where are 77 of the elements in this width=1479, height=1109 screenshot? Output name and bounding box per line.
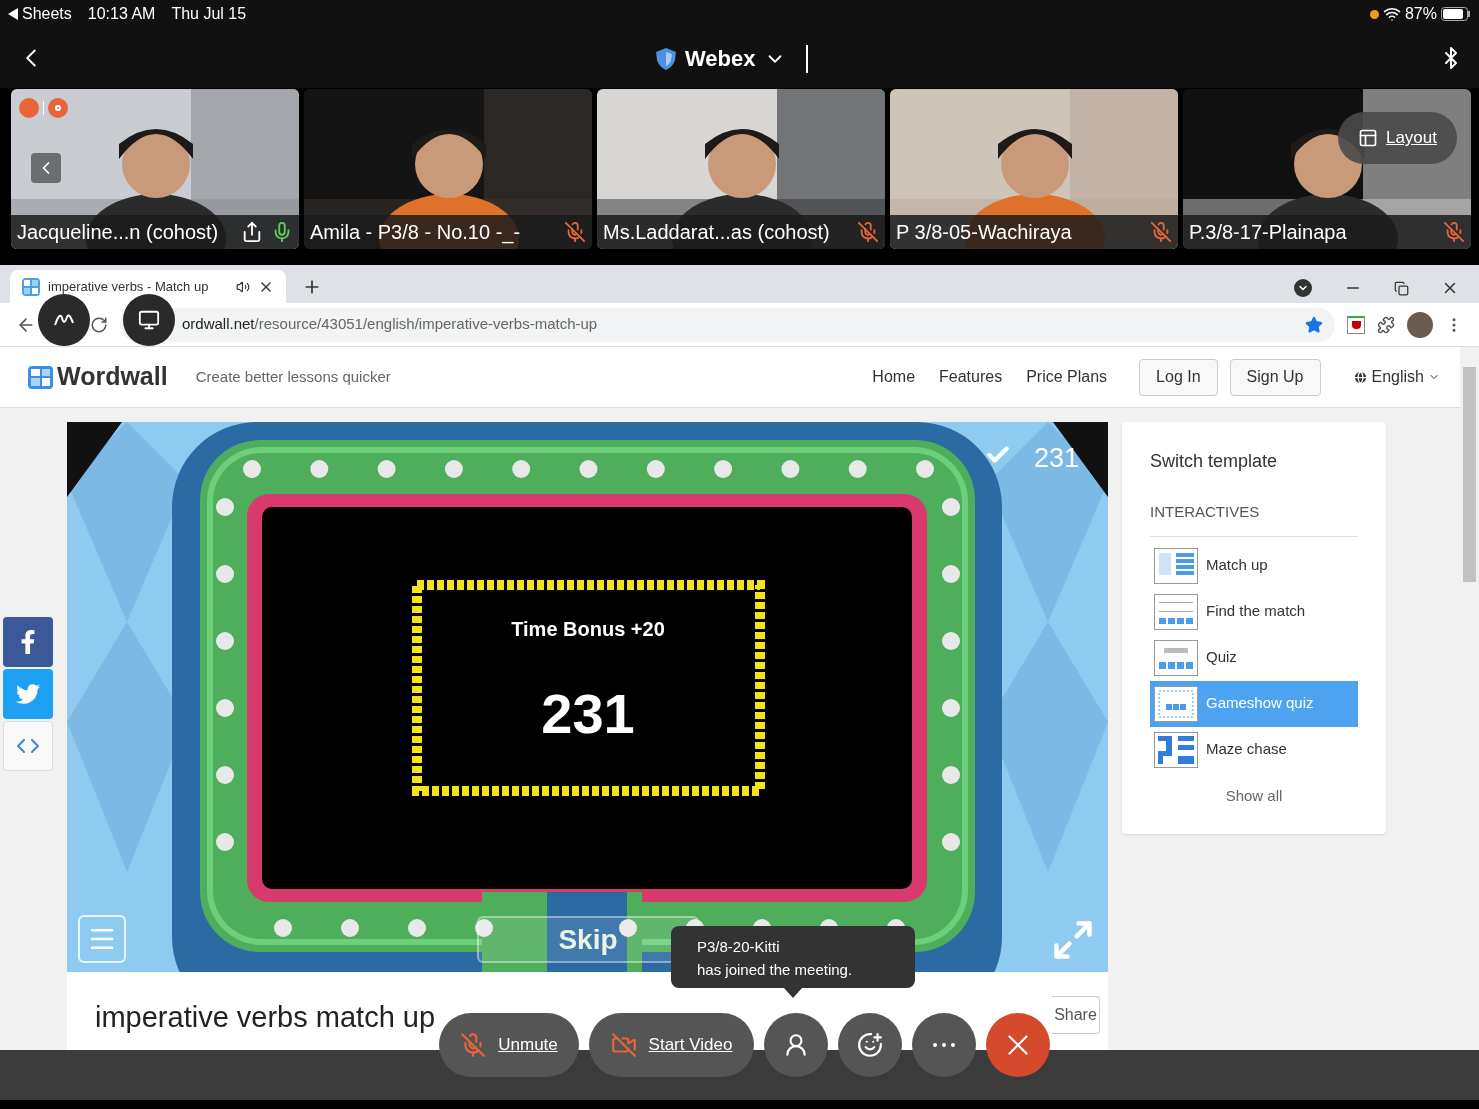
shield-icon: [655, 46, 677, 71]
video-tile[interactable]: Layout P.3/8-17-Plainapa: [1183, 89, 1471, 249]
bonus-score: 231: [540, 681, 636, 747]
monitor-icon: [138, 309, 160, 331]
bonus-label: Time Bonus +20: [510, 617, 666, 642]
battery-percentage: 87%: [1404, 4, 1437, 24]
status-date: Thu Jul 15: [171, 4, 247, 24]
nav-link[interactable]: Price Plans: [1026, 365, 1108, 389]
layout-icon: [1357, 128, 1378, 148]
shield-extension-icon[interactable]: [1347, 315, 1365, 334]
clock-time: 10:13 AM: [87, 4, 156, 24]
tab-title: imperative verbs - Match up: [48, 277, 209, 296]
participant-name: Ms.Laddarat...as (cohost): [603, 220, 830, 245]
address-bar[interactable]: ordwall.net/resource/43051/english/imperative-verbs-match-up: [120, 307, 1335, 342]
tagline: Create better lessons quicker: [195, 366, 391, 387]
score-counter: 231: [1034, 442, 1080, 475]
activity-title: imperative verbs match up: [95, 1000, 436, 1035]
participant-name: P 3/8-05-Wachiraya: [896, 220, 1072, 245]
template-item[interactable]: Match up: [1150, 542, 1358, 589]
video-tile[interactable]: Jacqueline...n (cohost): [11, 89, 299, 249]
wordwall-logo-icon: [28, 365, 53, 389]
wordwall-favicon-icon: [22, 277, 40, 296]
share-button[interactable]: Share: [1052, 996, 1100, 1034]
back-triangle-icon: [8, 8, 18, 20]
video-tile[interactable]: Amila - P3/8 - No.10 -_-: [304, 89, 592, 249]
more-icon: [933, 1043, 955, 1047]
meeting-title[interactable]: Webex: [685, 42, 756, 75]
start-video-button[interactable]: Start Video: [589, 1013, 754, 1077]
show-all-link[interactable]: Show all: [1150, 784, 1358, 807]
url-text: ordwall.net/resource/43051/english/imperative-verbs-match-up: [182, 314, 598, 335]
template-thumbnail-icon: [1154, 593, 1198, 630]
language-selector[interactable]: English: [1352, 365, 1440, 389]
globe-icon: [1352, 369, 1368, 385]
wifi-icon: [1382, 5, 1401, 23]
participant-name: Amila - P3/8 - No.10 -_-: [310, 220, 521, 246]
reload-icon[interactable]: [90, 315, 108, 334]
nav-link[interactable]: Features: [939, 365, 1003, 389]
template-item[interactable]: Maze chase: [1150, 726, 1358, 773]
restore-icon[interactable]: [1394, 280, 1409, 296]
embed-button[interactable]: [3, 721, 53, 771]
mic-muted-icon: [460, 1032, 487, 1058]
nav-link[interactable]: Home: [872, 365, 916, 389]
video-off-icon: [610, 1032, 637, 1058]
participant-name: P.3/8-17-Plainapa: [1189, 220, 1347, 245]
battery-icon: [1441, 7, 1471, 21]
template-item[interactable]: Quiz: [1150, 634, 1358, 681]
video-tile[interactable]: Ms.Laddarat...as (cohost): [597, 89, 885, 249]
facebook-button[interactable]: [3, 617, 53, 667]
header-button[interactable]: Sign Up: [1229, 358, 1321, 396]
participant-name: Jacqueline...n (cohost): [17, 220, 219, 245]
bookmark-star-icon[interactable]: [1305, 315, 1323, 334]
speaker-icon: [236, 279, 250, 294]
video-tile[interactable]: P 3/8-05-Wachiraya: [890, 89, 1178, 249]
previous-page-button[interactable]: [31, 153, 61, 183]
template-thumbnail-icon: [1154, 547, 1198, 584]
back-app-link[interactable]: Sheets: [22, 2, 72, 26]
twitter-button[interactable]: [3, 669, 53, 719]
unmute-button[interactable]: Unmute: [439, 1013, 579, 1077]
extensions-icon[interactable]: [1377, 315, 1395, 334]
joined-name: P3/8-20-Kitti: [697, 937, 781, 957]
scrollbar[interactable]: [1460, 347, 1479, 1050]
participants-icon: [783, 1032, 809, 1058]
browser-tab[interactable]: imperative verbs - Match up: [10, 270, 286, 303]
profile-avatar[interactable]: [1407, 311, 1433, 338]
wordwall-logo-text[interactable]: Wordwall: [57, 358, 168, 396]
template-thumbnail-icon: [1154, 731, 1198, 768]
card-title: Switch template: [1150, 450, 1279, 473]
layout-button[interactable]: Layout: [1337, 112, 1457, 164]
header-button[interactable]: Log In: [1139, 358, 1218, 396]
template-item[interactable]: Find the match: [1150, 588, 1358, 635]
template-thumbnail-icon: [1154, 639, 1198, 676]
tab-search-icon[interactable]: [1294, 279, 1312, 297]
twitter-icon: [16, 682, 40, 706]
smiley-plus-icon: [857, 1032, 883, 1058]
section-heading: INTERACTIVES: [1150, 501, 1358, 537]
joined-message: has joined the meeting.: [697, 960, 854, 980]
template-thumbnail-icon: [1154, 685, 1198, 722]
